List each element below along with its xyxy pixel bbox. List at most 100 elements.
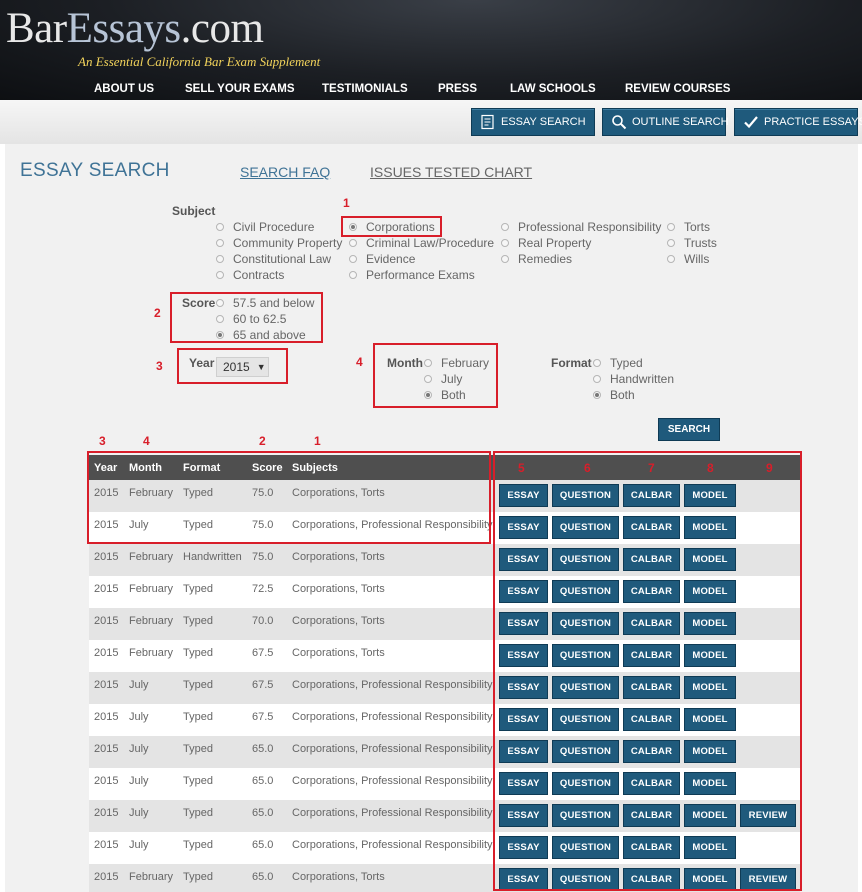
month-option-selected[interactable]: Both xyxy=(424,388,466,402)
review-button[interactable]: REVIEW xyxy=(740,804,796,827)
calbar-button[interactable]: CALBAR xyxy=(623,676,680,699)
nav-about-us[interactable]: ABOUT US xyxy=(94,83,154,95)
radio-icon xyxy=(216,255,224,263)
question-button[interactable]: QUESTION xyxy=(552,804,619,827)
calbar-button[interactable]: CALBAR xyxy=(623,484,680,507)
column-header-format[interactable]: Format xyxy=(183,462,220,474)
search-button[interactable]: SEARCH xyxy=(658,418,720,441)
question-button[interactable]: QUESTION xyxy=(552,484,619,507)
essay-button[interactable]: ESSAY xyxy=(499,548,548,571)
model-button[interactable]: MODEL xyxy=(684,516,736,539)
month-option[interactable]: July xyxy=(424,372,462,386)
format-option[interactable]: Typed xyxy=(593,356,643,370)
model-button[interactable]: MODEL xyxy=(684,484,736,507)
question-button[interactable]: QUESTION xyxy=(552,708,619,731)
question-button[interactable]: QUESTION xyxy=(552,836,619,859)
score-option[interactable]: 60 to 62.5 xyxy=(216,312,286,326)
question-button[interactable]: QUESTION xyxy=(552,676,619,699)
model-button[interactable]: MODEL xyxy=(684,740,736,763)
cell-score: 65.0 xyxy=(252,839,274,851)
score-option-selected[interactable]: 65 and above xyxy=(216,328,306,342)
subject-option[interactable]: Community Property xyxy=(216,236,342,250)
essay-button[interactable]: ESSAY xyxy=(499,772,548,795)
essay-button[interactable]: ESSAY xyxy=(499,740,548,763)
calbar-button[interactable]: CALBAR xyxy=(623,548,680,571)
search-faq-link[interactable]: SEARCH FAQ xyxy=(240,164,330,180)
subject-option[interactable]: Real Property xyxy=(501,236,591,250)
question-button[interactable]: QUESTION xyxy=(552,868,619,891)
nav-sell-your-exams[interactable]: SELL YOUR EXAMS xyxy=(185,83,295,95)
calbar-button[interactable]: CALBAR xyxy=(623,868,680,891)
model-button[interactable]: MODEL xyxy=(684,580,736,603)
review-button[interactable]: REVIEW xyxy=(740,868,796,891)
outline-search-button[interactable]: OUTLINE SEARCH xyxy=(602,108,729,136)
essay-button[interactable]: ESSAY xyxy=(499,612,548,635)
essay-button[interactable]: ESSAY xyxy=(499,580,548,603)
question-button[interactable]: QUESTION xyxy=(552,516,619,539)
nav-review-courses[interactable]: REVIEW COURSES xyxy=(625,83,730,95)
model-button[interactable]: MODEL xyxy=(684,612,736,635)
calbar-button[interactable]: CALBAR xyxy=(623,708,680,731)
subject-option-selected[interactable]: Corporations xyxy=(349,220,435,234)
nav-law-schools[interactable]: LAW SCHOOLS xyxy=(510,83,596,95)
subject-option[interactable]: Remedies xyxy=(501,252,572,266)
calbar-button[interactable]: CALBAR xyxy=(623,772,680,795)
subject-option[interactable]: Constitutional Law xyxy=(216,252,331,266)
calbar-button[interactable]: CALBAR xyxy=(623,804,680,827)
subject-option[interactable]: Criminal Law/Procedure xyxy=(349,236,494,250)
model-button[interactable]: MODEL xyxy=(684,708,736,731)
essay-button[interactable]: ESSAY xyxy=(499,516,548,539)
subject-option[interactable]: Professional Responsibility xyxy=(501,220,661,234)
nav-testimonials[interactable]: TESTIMONIALS xyxy=(322,83,408,95)
model-button[interactable]: MODEL xyxy=(684,868,736,891)
essay-button[interactable]: ESSAY xyxy=(499,868,548,891)
essay-button[interactable]: ESSAY xyxy=(499,484,548,507)
column-header-year[interactable]: Year xyxy=(94,462,117,474)
essay-button[interactable]: ESSAY xyxy=(499,836,548,859)
subject-option[interactable]: Wills xyxy=(667,252,709,266)
radio-icon xyxy=(216,315,224,323)
model-button[interactable]: MODEL xyxy=(684,772,736,795)
model-button[interactable]: MODEL xyxy=(684,676,736,699)
calbar-button[interactable]: CALBAR xyxy=(623,612,680,635)
year-select[interactable]: 2015 ▼ xyxy=(216,357,269,377)
model-button[interactable]: MODEL xyxy=(684,644,736,667)
question-button[interactable]: QUESTION xyxy=(552,772,619,795)
subject-option[interactable]: Contracts xyxy=(216,268,284,282)
calbar-button[interactable]: CALBAR xyxy=(623,740,680,763)
model-button[interactable]: MODEL xyxy=(684,804,736,827)
site-logo[interactable]: BarEssays.com xyxy=(6,4,264,53)
model-button[interactable]: MODEL xyxy=(684,548,736,571)
essay-button[interactable]: ESSAY xyxy=(499,644,548,667)
question-button[interactable]: QUESTION xyxy=(552,740,619,763)
nav-press[interactable]: PRESS xyxy=(438,83,477,95)
question-button[interactable]: QUESTION xyxy=(552,612,619,635)
essay-button[interactable]: ESSAY xyxy=(499,804,548,827)
column-header-subjects[interactable]: Subjects xyxy=(292,462,338,474)
subject-option[interactable]: Performance Exams xyxy=(349,268,475,282)
essay-button[interactable]: ESSAY xyxy=(499,708,548,731)
practice-essays-button[interactable]: PRACTICE ESSAYS xyxy=(734,108,862,136)
format-option-selected[interactable]: Both xyxy=(593,388,635,402)
calbar-button[interactable]: CALBAR xyxy=(623,644,680,667)
essay-search-button[interactable]: ESSAY SEARCH xyxy=(471,108,595,136)
format-option[interactable]: Handwritten xyxy=(593,372,674,386)
question-button[interactable]: QUESTION xyxy=(552,644,619,667)
subject-option[interactable]: Civil Procedure xyxy=(216,220,314,234)
question-button[interactable]: QUESTION xyxy=(552,548,619,571)
essay-button[interactable]: ESSAY xyxy=(499,676,548,699)
score-option[interactable]: 57.5 and below xyxy=(216,296,314,310)
month-option[interactable]: February xyxy=(424,356,489,370)
issues-tested-chart-link[interactable]: ISSUES TESTED CHART xyxy=(370,164,532,180)
subject-option[interactable]: Evidence xyxy=(349,252,415,266)
column-header-month[interactable]: Month xyxy=(129,462,162,474)
model-button[interactable]: MODEL xyxy=(684,836,736,859)
subject-option[interactable]: Trusts xyxy=(667,236,717,250)
column-header-score[interactable]: Score xyxy=(252,462,283,474)
subject-option[interactable]: Torts xyxy=(667,220,710,234)
calbar-button[interactable]: CALBAR xyxy=(623,580,680,603)
cell-month: February xyxy=(129,583,174,595)
calbar-button[interactable]: CALBAR xyxy=(623,516,680,539)
question-button[interactable]: QUESTION xyxy=(552,580,619,603)
calbar-button[interactable]: CALBAR xyxy=(623,836,680,859)
